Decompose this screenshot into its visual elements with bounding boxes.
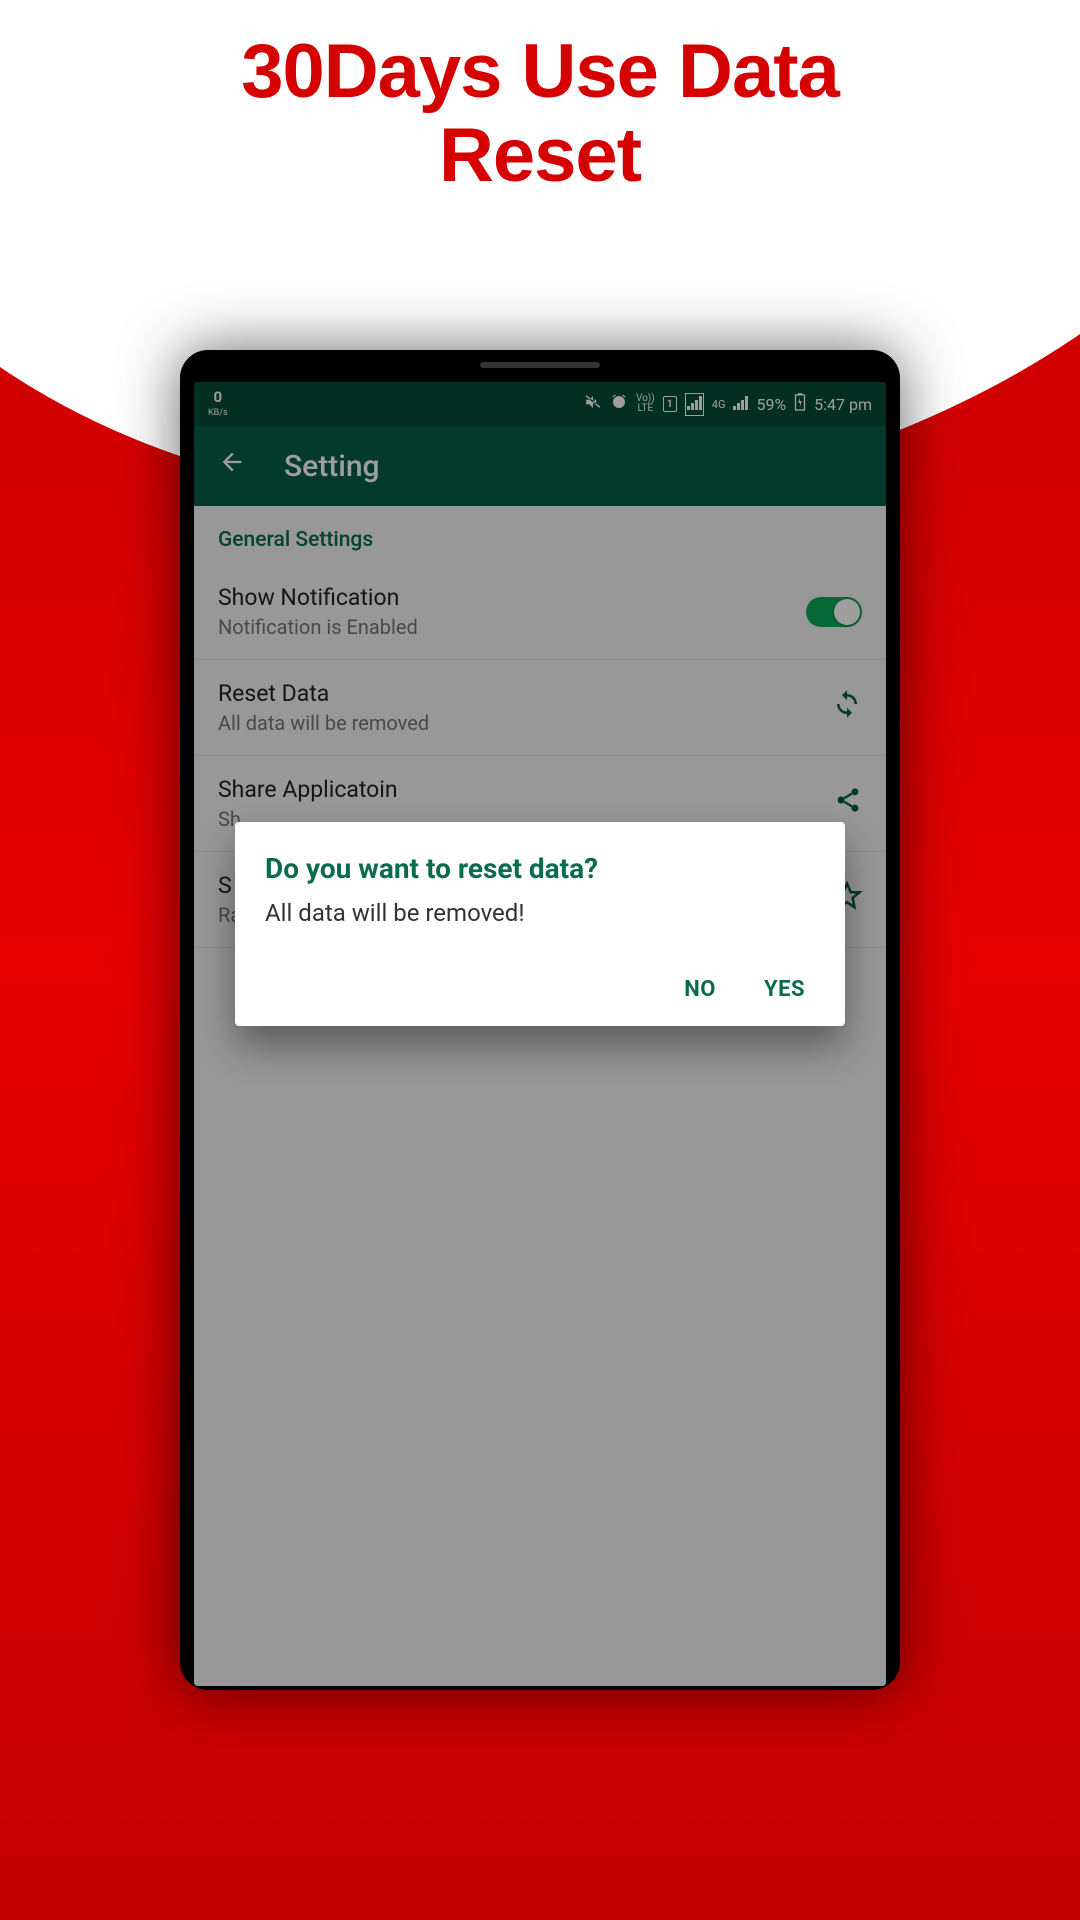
dialog-no-button[interactable]: NO xyxy=(684,977,716,1002)
promo-line-2: Reset xyxy=(0,114,1080,198)
dialog-message: All data will be removed! xyxy=(265,899,815,927)
modal-scrim[interactable] xyxy=(194,382,886,1686)
phone-speaker xyxy=(480,362,600,368)
dialog-actions: NO YES xyxy=(265,977,815,1012)
dialog-title: Do you want to reset data? xyxy=(265,852,815,885)
promo-line-1: 30Days Use Data xyxy=(0,30,1080,114)
dialog-yes-button[interactable]: YES xyxy=(764,977,805,1002)
phone-frame: 0 KB/s Vo))LTE 1 4G 59% xyxy=(180,350,900,1690)
phone-screen: 0 KB/s Vo))LTE 1 4G 59% xyxy=(194,382,886,1686)
promo-headline: 30Days Use Data Reset xyxy=(0,30,1080,197)
reset-confirm-dialog: Do you want to reset data? All data will… xyxy=(235,822,845,1026)
